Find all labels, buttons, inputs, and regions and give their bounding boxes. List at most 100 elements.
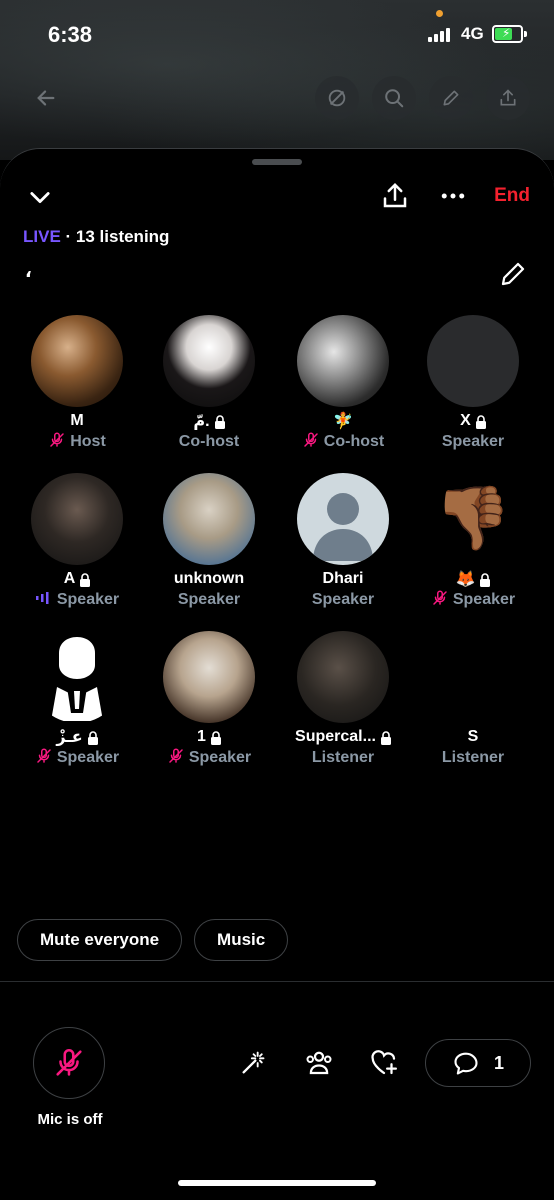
mic-muted-icon xyxy=(302,431,320,454)
participant-role-row: Speaker xyxy=(143,589,275,611)
participant-name: M xyxy=(70,412,84,429)
participant-role: Listener xyxy=(441,749,505,766)
participant-role: Speaker xyxy=(56,591,120,608)
comment-icon xyxy=(454,1052,478,1075)
share-icon[interactable] xyxy=(380,181,410,216)
avatar[interactable] xyxy=(163,473,255,565)
edit-pencil-icon[interactable] xyxy=(429,76,473,120)
participant-tile[interactable]: مّ. Co-host xyxy=(143,315,275,453)
avatar[interactable] xyxy=(31,473,123,565)
music-button[interactable]: Music xyxy=(194,919,289,961)
lock-icon xyxy=(210,731,221,745)
listener-count: · 13 listening xyxy=(60,227,170,246)
participant-name-row: M xyxy=(11,411,143,431)
participant-tile[interactable]: S Listener xyxy=(407,631,539,769)
participant-tile[interactable]: 👎🏾 🦊 Speaker xyxy=(407,473,539,611)
participant-role-row: Speaker xyxy=(11,589,143,611)
participant-role: Speaker xyxy=(452,591,516,608)
battery-icon: ⚡ xyxy=(492,25,527,43)
mic-muted-icon xyxy=(48,431,66,454)
profile-toolbar xyxy=(0,76,554,120)
signal-icon xyxy=(428,26,450,42)
participant-role: Speaker xyxy=(441,433,505,450)
participant-tile[interactable]: X Speaker xyxy=(407,315,539,453)
mic-muted-icon xyxy=(35,747,53,770)
live-status: LIVE · 13 listening xyxy=(23,227,169,247)
share-icon[interactable] xyxy=(486,76,530,120)
participant-name: 🧚 xyxy=(333,413,353,430)
sheet-drag-handle[interactable] xyxy=(252,159,302,165)
mic-toggle-button[interactable] xyxy=(33,1027,105,1099)
space-title: ، xyxy=(25,261,32,281)
space-header: End xyxy=(0,179,554,215)
avatar[interactable]: 👎🏾 xyxy=(427,473,519,565)
participant-tile[interactable]: M Host xyxy=(11,315,143,453)
participant-role-row: Host xyxy=(11,431,143,453)
participant-role: Speaker xyxy=(188,749,252,766)
collapse-chevron-icon[interactable] xyxy=(26,183,54,216)
participant-name: مّ. xyxy=(193,413,210,430)
participant-role-row: Co-host xyxy=(277,431,409,453)
host-actions: Mute everyone Music xyxy=(17,919,289,961)
participant-name: A xyxy=(63,570,76,587)
speaking-icon xyxy=(35,591,53,610)
home-indicator[interactable] xyxy=(178,1180,376,1186)
heart-plus-icon[interactable] xyxy=(367,1046,401,1080)
end-space-button[interactable]: End xyxy=(494,185,530,207)
participant-role-row: Speaker xyxy=(11,747,143,769)
avatar[interactable] xyxy=(297,315,389,407)
participant-name-row: 🧚 xyxy=(277,411,409,431)
grok-icon[interactable] xyxy=(315,76,359,120)
participant-tile[interactable]: 🧚 Co-host xyxy=(277,315,409,453)
participant-tile[interactable]: 1 Speaker xyxy=(143,631,275,769)
mic-off-icon xyxy=(56,1048,82,1076)
participant-tile[interactable]: A Speaker xyxy=(11,473,143,611)
avatar[interactable] xyxy=(163,631,255,723)
participant-tile[interactable]: عـزْ Speaker xyxy=(11,631,143,769)
chat-button[interactable]: 1 xyxy=(425,1039,531,1087)
thumbs-down-icon: 👎🏾 xyxy=(434,484,512,553)
participant-name: S xyxy=(467,728,479,745)
participant-role-row: Listener xyxy=(277,747,409,769)
people-icon[interactable] xyxy=(302,1046,336,1080)
participant-role: Speaker xyxy=(177,591,241,608)
participant-role-row: Speaker xyxy=(407,431,539,453)
chat-count: 1 xyxy=(493,1052,504,1073)
avatar[interactable] xyxy=(297,473,389,565)
participant-name: Supercal... xyxy=(295,728,376,745)
back-arrow-icon[interactable] xyxy=(28,82,64,114)
lock-icon xyxy=(79,573,91,587)
participant-tile[interactable]: unknown Speaker xyxy=(143,473,275,611)
live-badge: LIVE xyxy=(23,227,61,246)
participant-role: Speaker xyxy=(56,749,120,766)
search-icon[interactable] xyxy=(372,76,416,120)
participant-tile[interactable]: Dhari Speaker xyxy=(277,473,409,611)
participant-role: Co-host xyxy=(178,433,240,450)
lock-icon xyxy=(475,415,486,429)
participant-tile[interactable]: Supercal... Listener xyxy=(277,631,409,769)
participant-name: Dhari xyxy=(322,570,364,587)
participant-name-row: مّ. xyxy=(143,411,275,431)
lock-icon xyxy=(380,731,391,745)
participant-name: عـزْ xyxy=(56,729,83,746)
participant-name: unknown xyxy=(173,570,245,587)
avatar[interactable] xyxy=(427,315,519,407)
divider xyxy=(0,981,554,982)
magic-wand-icon[interactable] xyxy=(236,1046,270,1080)
participant-name: 🦊 xyxy=(455,571,476,588)
avatar[interactable] xyxy=(297,631,389,723)
avatar[interactable] xyxy=(427,631,519,723)
privacy-dot xyxy=(436,10,443,17)
participant-name-row: A xyxy=(11,569,143,589)
status-bar: 6:38 4G ⚡ xyxy=(0,10,554,52)
avatar[interactable] xyxy=(31,631,123,723)
participant-name-row: 1 xyxy=(143,727,275,747)
avatar[interactable] xyxy=(163,315,255,407)
mute-everyone-button[interactable]: Mute everyone xyxy=(17,919,183,961)
edit-title-icon[interactable] xyxy=(498,259,528,289)
more-options-icon[interactable] xyxy=(438,181,468,216)
status-time: 6:38 xyxy=(48,22,93,47)
participant-name-row: S xyxy=(407,727,539,747)
avatar[interactable] xyxy=(31,315,123,407)
participant-name-row: X xyxy=(407,411,539,431)
